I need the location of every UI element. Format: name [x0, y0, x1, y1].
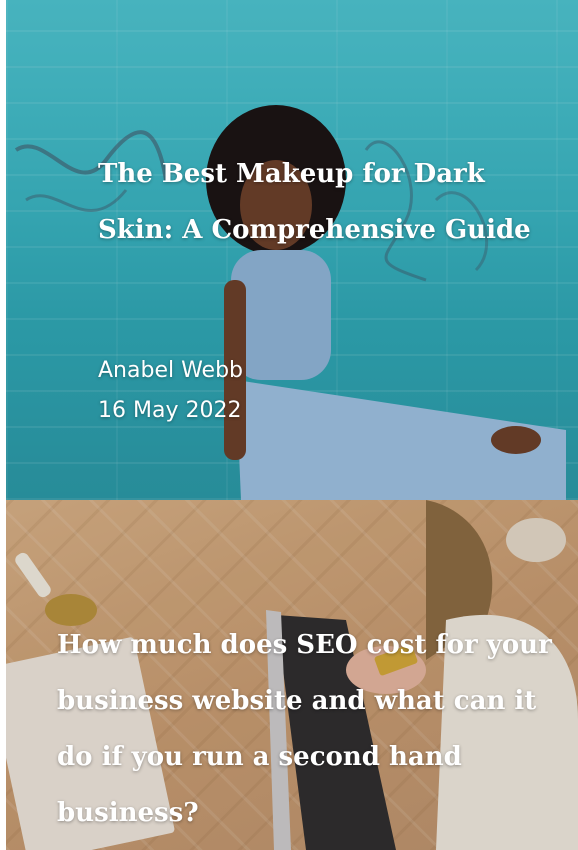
article-title[interactable]: The Best Makeup for Dark Skin: A Compreh… [98, 146, 538, 258]
article-date: 16 May 2022 [98, 398, 242, 423]
article-title[interactable]: How much does SEO cost for your business… [57, 617, 557, 841]
article-card-seo[interactable]: How much does SEO cost for your business… [6, 500, 578, 850]
article-card-makeup[interactable]: The Best Makeup for Dark Skin: A Compreh… [6, 0, 578, 500]
article-author: Anabel Webb [98, 358, 244, 383]
